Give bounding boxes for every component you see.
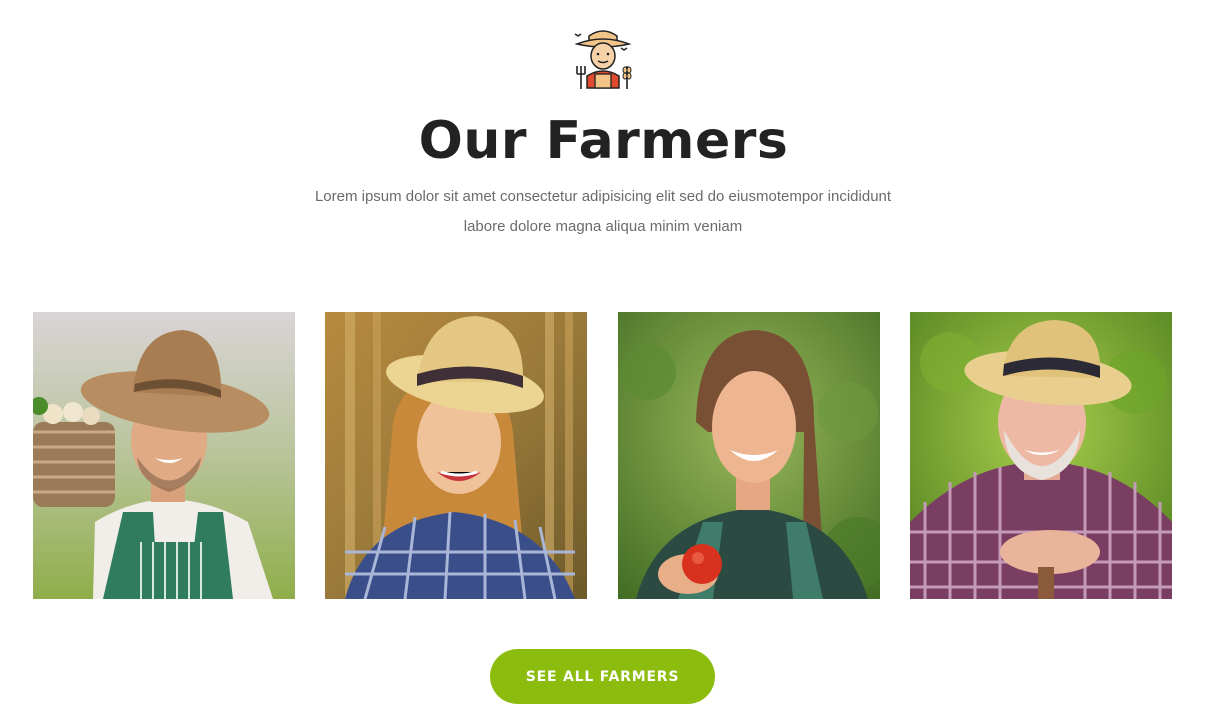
farmer-card[interactable] [33,312,295,599]
farmer-photo [325,312,587,599]
section-description: Lorem ipsum dolor sit amet consectetur a… [314,188,892,235]
farmer-photo [33,312,295,599]
section-title: Our Farmers [418,111,789,171]
farmers-section: Our Farmers Lorem ipsum dolor sit amet c… [0,0,1207,722]
farmer-photo [618,312,880,599]
farmer-card[interactable] [325,312,587,599]
farmer-card[interactable] [910,312,1172,599]
farmer-photo [910,312,1172,599]
farmer-card[interactable] [618,312,880,599]
farmer-icon [571,26,635,92]
see-all-farmers-button[interactable]: SEE ALL FARMERS [490,649,715,704]
